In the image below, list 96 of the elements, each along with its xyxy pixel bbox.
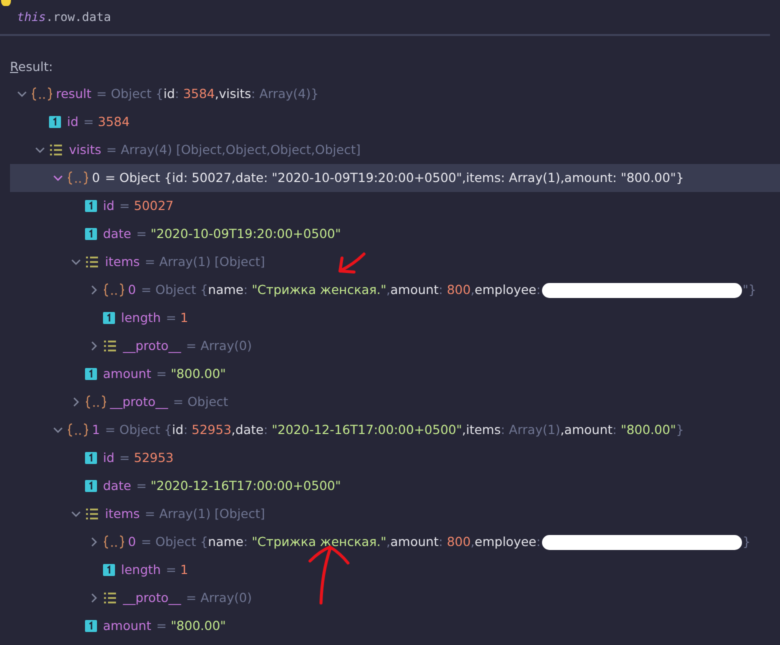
expression-text[interactable]: this.row.data	[17, 10, 111, 24]
value-text: = Object {name: "Стрижка женская.",amount: 800,employee:	[140, 532, 541, 551]
chevron-icon[interactable]	[89, 341, 99, 351]
primitive-icon	[85, 228, 97, 240]
variable-name: __proto__	[110, 392, 168, 411]
chevron-icon[interactable]	[89, 285, 99, 295]
tree-row[interactable]: 0 = Object {id: 50027,date: "2020-10-09T19:20:00+0500",items: Array(1),amount: "800.00"}	[10, 164, 780, 192]
lightbulb-icon	[0, 0, 12, 8]
tree-row[interactable]: 0 = Object {name: "Стрижка женская.",amount: 800,employee: }	[10, 528, 780, 556]
variable-name: amount	[103, 364, 152, 383]
value-text: = Object {name: "Стрижка женская.",amount: 800,employee:	[140, 280, 541, 299]
value-text: = 50027	[119, 196, 174, 215]
braces-icon	[67, 171, 89, 185]
tree-row[interactable]: items = Array(1) [Object]	[10, 500, 780, 528]
tree-row[interactable]: id = 50027	[10, 192, 780, 220]
value-text: = Array(1) [Object]	[144, 252, 266, 271]
variable-name: id	[103, 196, 114, 215]
value-text: }	[742, 532, 751, 551]
chevron-icon[interactable]	[71, 509, 81, 519]
variable-name: 0	[128, 280, 136, 299]
value-text: = Object {id: 50027,date: "2020-10-09T19:20:00+0500",items: Array(1),amount: "800.00"}	[104, 168, 684, 187]
variable-name: __proto__	[123, 588, 181, 607]
value-text: = Object	[173, 392, 228, 411]
tree-row[interactable]: length = 1	[10, 556, 780, 584]
variable-name: length	[121, 560, 161, 579]
value-text: = Array(1) [Object]	[144, 504, 266, 523]
chevron-icon[interactable]	[35, 145, 45, 155]
value-text: = 3584	[83, 112, 130, 131]
primitive-icon	[49, 116, 61, 128]
chevron-icon[interactable]	[17, 89, 27, 99]
primitive-icon	[85, 480, 97, 492]
variable-name: id	[67, 112, 78, 131]
value-text: "}	[742, 280, 756, 299]
braces-icon	[31, 87, 53, 101]
value-text: = Object {id: 3584,visits: Array(4)}	[96, 84, 319, 103]
tree-row[interactable]: __proto__ = Array(0)	[10, 584, 780, 612]
chevron-icon[interactable]	[53, 173, 63, 183]
list-icon	[49, 144, 63, 156]
tree-row[interactable]: id = 3584	[10, 108, 780, 136]
braces-icon	[103, 283, 125, 297]
chevron-icon[interactable]	[89, 537, 99, 547]
chevron-icon[interactable]	[89, 593, 99, 603]
tree-row[interactable]: __proto__ = Object	[10, 388, 780, 416]
chevron-icon[interactable]	[53, 425, 63, 435]
primitive-icon	[85, 452, 97, 464]
tree-row[interactable]: id = 52953	[10, 444, 780, 472]
result-label: Result:	[10, 58, 53, 76]
list-icon	[85, 256, 99, 268]
variable-name: amount	[103, 616, 152, 635]
tree-row[interactable]: date = "2020-10-09T19:20:00+0500"	[10, 220, 780, 248]
variable-name: result	[56, 84, 92, 103]
tree-row[interactable]: amount = "800.00"	[10, 612, 780, 640]
variable-name: items	[105, 252, 140, 271]
tree-row[interactable]: visits = Array(4) [Object,Object,Object,Object]	[10, 136, 780, 164]
value-text: = "800.00"	[156, 364, 226, 383]
variable-name: 0	[128, 532, 136, 551]
tree-row[interactable]: 1 = Object {id: 52953,date: "2020-12-16T17:00:00+0500",items: Array(1),amount: "800.00"}	[10, 416, 780, 444]
variable-name: items	[105, 504, 140, 523]
list-icon	[103, 592, 117, 604]
primitive-icon	[103, 312, 115, 324]
primitive-icon	[85, 620, 97, 632]
value-text: = Array(0)	[186, 336, 252, 355]
value-text: = Array(0)	[186, 588, 252, 607]
value-text: = Object {id: 52953,date: "2020-12-16T17:00:00+0500",items: Array(1),amount: "800.00"}	[104, 420, 684, 439]
tree-row[interactable]: amount = "800.00"	[10, 360, 780, 388]
value-text: = "800.00"	[156, 616, 226, 635]
value-text: = 52953	[119, 448, 174, 467]
value-text: = "2020-12-16T17:00:00+0500"	[136, 476, 341, 495]
variable-name: date	[103, 476, 132, 495]
chevron-icon[interactable]	[71, 397, 81, 407]
chevron-icon[interactable]	[71, 257, 81, 267]
value-text: = 1	[166, 308, 188, 327]
tree-row[interactable]: 0 = Object {name: "Стрижка женская.",amount: 800,employee: "}	[10, 276, 780, 304]
braces-icon	[85, 395, 107, 409]
variable-name: visits	[69, 140, 102, 159]
value-text: = "2020-10-09T19:20:00+0500"	[136, 224, 341, 243]
variable-name: 1	[92, 420, 100, 439]
tree-row[interactable]: items = Array(1) [Object]	[10, 248, 780, 276]
tree-row[interactable]: result = Object {id: 3584,visits: Array(4)}	[10, 80, 780, 108]
variable-name: id	[103, 448, 114, 467]
braces-icon	[67, 423, 89, 437]
list-icon	[85, 508, 99, 520]
tree-row[interactable]: date = "2020-12-16T17:00:00+0500"	[10, 472, 780, 500]
primitive-icon	[103, 564, 115, 576]
primitive-icon	[85, 368, 97, 380]
variable-name: length	[121, 308, 161, 327]
list-icon	[103, 340, 117, 352]
braces-icon	[103, 535, 125, 549]
value-text: = 1	[166, 560, 188, 579]
variable-name: date	[103, 224, 132, 243]
value-text: = Array(4) [Object,Object,Object,Object]	[106, 140, 361, 159]
tree-row[interactable]: __proto__ = Array(0)	[10, 332, 780, 360]
variable-name: 0	[92, 168, 100, 187]
variable-name: __proto__	[123, 336, 181, 355]
tree-row[interactable]: length = 1	[10, 304, 780, 332]
primitive-icon	[85, 200, 97, 212]
